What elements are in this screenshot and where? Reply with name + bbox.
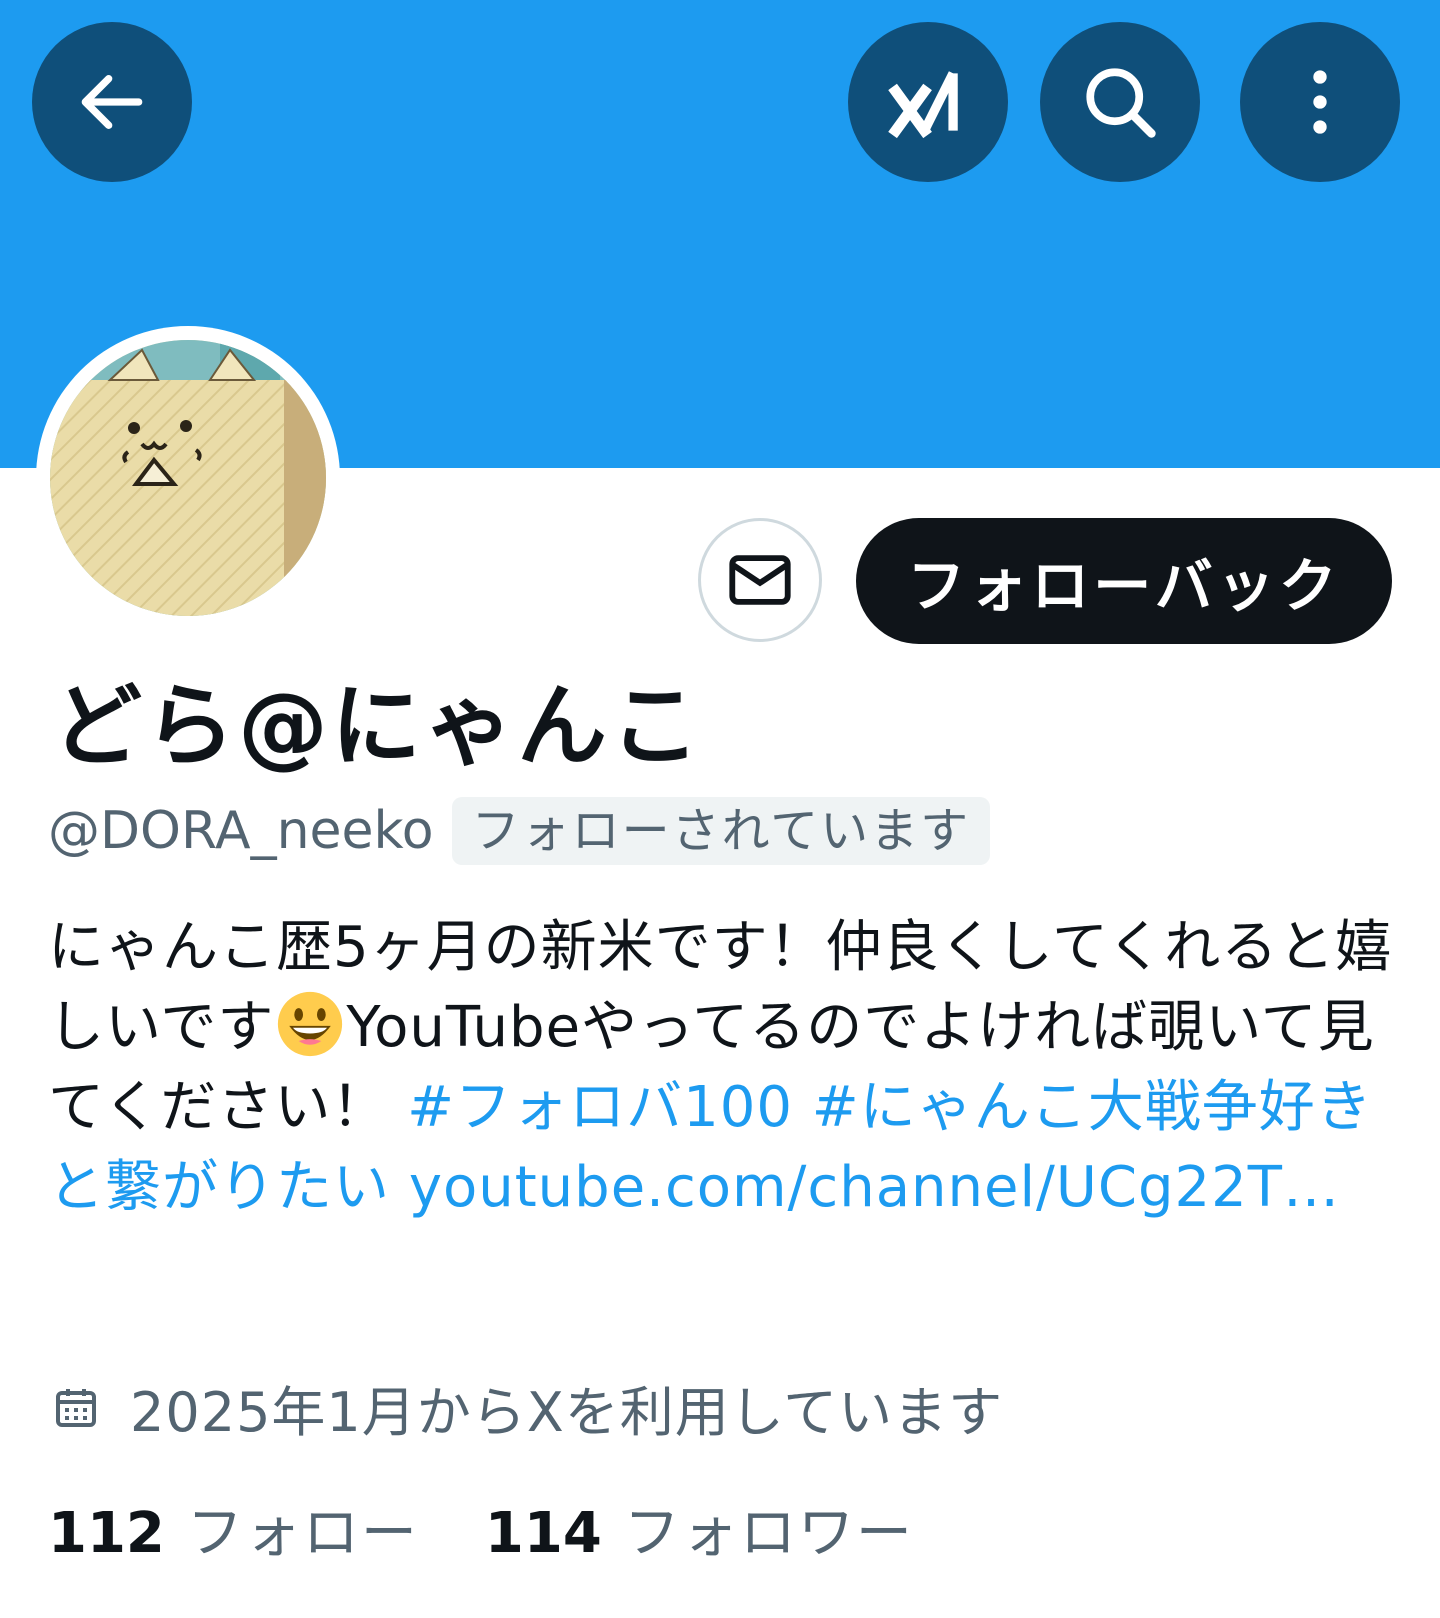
grinning-face-emoji [278, 991, 343, 1057]
search-icon [1086, 68, 1156, 138]
youtube-link[interactable]: youtube.com/channel/UCg22T… [409, 1155, 1340, 1220]
followers-label: フォロワー [623, 1501, 914, 1566]
follow-stats: 112 フォロー 114 フォロワー [48, 1488, 914, 1569]
search-button[interactable] [1040, 22, 1200, 182]
more-vertical-icon [1313, 70, 1327, 134]
following-count: 112 [48, 1501, 165, 1566]
grok-icon [888, 71, 958, 139]
profile-bio: にゃんこ歴5ヶ月の新米です！仲良くしてくれると嬉しいです YouTubeやってる… [48, 908, 1398, 1228]
follows-you-badge: フォローされています [451, 797, 991, 865]
back-button[interactable] [32, 22, 192, 182]
calendar-icon [56, 1388, 96, 1427]
following-link[interactable]: 112 フォロー [48, 1488, 419, 1569]
envelope-icon [729, 555, 791, 605]
more-options-button[interactable] [1240, 22, 1400, 182]
handle-row: @DORA_neeko フォローされています [48, 796, 991, 866]
join-date: 2025年1月からXを利用しています [52, 1368, 1003, 1447]
display-name: どら@にゃんこ [52, 674, 703, 779]
join-date-text: 2025年1月からXを利用しています [130, 1381, 1004, 1444]
user-handle: @DORA_neeko [48, 801, 434, 861]
followers-count: 114 [484, 1501, 602, 1566]
hashtag-link[interactable]: #フォロバ100 [407, 1075, 793, 1140]
avatar[interactable] [50, 340, 326, 616]
followers-link[interactable]: 114 フォロワー [485, 1488, 914, 1569]
arrow-left-icon [81, 75, 143, 129]
follow-back-button[interactable]: フォローバック [856, 518, 1392, 644]
following-label: フォロー [186, 1501, 419, 1566]
message-button[interactable] [698, 518, 822, 642]
grok-button[interactable] [848, 22, 1008, 182]
